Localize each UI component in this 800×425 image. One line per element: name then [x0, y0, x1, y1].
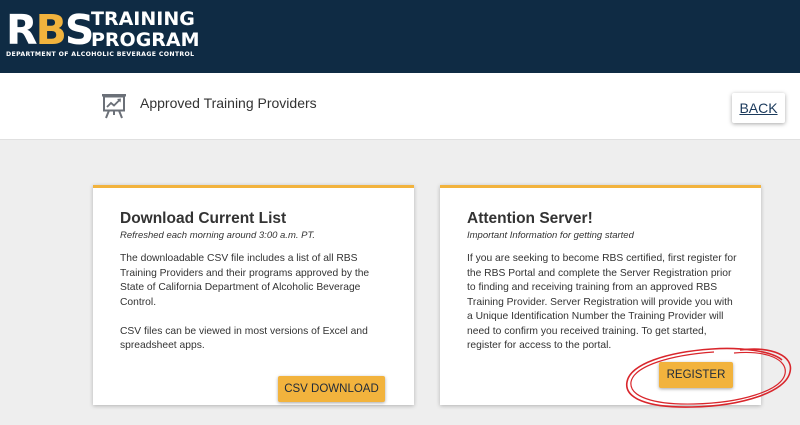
rbs-training-program-logo[interactable]: RBS TRAINING PROGRAM DEPARTMENT OF ALCOH…: [6, 6, 200, 62]
card-subtitle: Important Information for getting starte…: [467, 230, 634, 241]
logo-line-training: TRAINING: [91, 8, 195, 30]
download-current-list-card: Download Current List Refreshed each mor…: [93, 185, 414, 405]
back-button[interactable]: BACK: [732, 93, 785, 123]
page-title: Approved Training Providers: [140, 95, 317, 111]
attention-server-card: Attention Server! Important Information …: [440, 185, 761, 405]
site-header: RBS TRAINING PROGRAM DEPARTMENT OF ALCOH…: [0, 0, 800, 73]
card-body: If you are seeking to become RBS certifi…: [467, 252, 739, 354]
card-title: Download Current List: [120, 210, 287, 227]
logo-department-text: DEPARTMENT OF ALCOHOLIC BEVERAGE CONTROL: [6, 51, 195, 58]
presentation-chart-icon: [101, 93, 127, 119]
card-body: The downloadable CSV file includes a lis…: [120, 252, 390, 354]
logo-line-program: PROGRAM: [91, 29, 200, 51]
card-body-paragraph: CSV files can be viewed in most versions…: [120, 325, 368, 352]
logo-rbs-letters: RBS: [6, 6, 94, 54]
card-body-paragraph: The downloadable CSV file includes a lis…: [120, 253, 370, 308]
card-body-paragraph: If you are seeking to become RBS certifi…: [467, 253, 737, 351]
card-title: Attention Server!: [467, 210, 593, 227]
page-title-bar: Approved Training Providers BACK: [0, 73, 800, 140]
card-subtitle: Refreshed each morning around 3:00 a.m. …: [120, 230, 316, 241]
register-button[interactable]: REGISTER: [659, 362, 733, 388]
csv-download-button[interactable]: CSV DOWNLOAD: [278, 376, 385, 402]
